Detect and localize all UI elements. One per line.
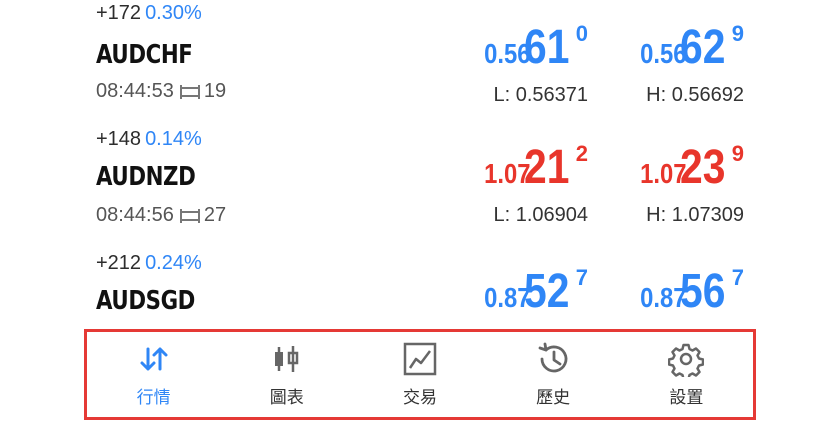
- spread-icon: [179, 208, 200, 223]
- daily-change: +148 0.14%: [96, 128, 202, 150]
- high-price: H: 1.07309: [646, 204, 744, 226]
- spread-value: 27: [203, 204, 227, 226]
- ask-price[interactable]: 0.8756 7: [632, 264, 744, 318]
- tab-history[interactable]: 歷史: [498, 341, 608, 408]
- symbol-name: AUDCHF: [96, 40, 193, 70]
- ask-price[interactable]: 1.0723 9: [632, 140, 744, 194]
- daily-change: +212 0.24%: [96, 252, 202, 274]
- tab-label: 行情: [136, 388, 171, 407]
- trade-chart-icon: [403, 342, 437, 376]
- bottom-tab-bar: 行情 圖表 交易 歷史 設置: [84, 329, 756, 420]
- tab-chart[interactable]: 圖表: [232, 341, 342, 408]
- quote-time: 08:44:56: [96, 204, 174, 226]
- candlestick-chart-icon: [274, 346, 299, 372]
- ask-price[interactable]: 0.5662 9: [632, 20, 744, 74]
- tab-trade[interactable]: 交易: [365, 341, 475, 408]
- quote-meta: 08:44:53 19: [96, 80, 226, 103]
- spread-value: 19: [203, 80, 227, 102]
- tab-label: 圖表: [269, 388, 304, 407]
- low-price: L: 1.06904: [493, 204, 588, 226]
- tab-label: 交易: [402, 388, 437, 407]
- quote-row-audnzd[interactable]: +148 0.14% AUDNZD 08:44:56 27 1.0721 2 1.0…: [0, 128, 840, 252]
- bid-price[interactable]: 1.0721 2: [476, 140, 588, 194]
- symbol-name: AUDSGD: [96, 286, 195, 316]
- tab-quotes[interactable]: 行情: [99, 341, 209, 408]
- history-clock-icon: [538, 342, 568, 373]
- tab-label: 設置: [669, 388, 704, 407]
- spread-icon: [179, 84, 200, 99]
- tab-label: 歷史: [536, 388, 571, 407]
- quote-meta: 08:44:56 27: [96, 204, 226, 227]
- bid-price[interactable]: 0.8752 7: [476, 264, 588, 318]
- bid-price[interactable]: 0.5661 0: [476, 20, 588, 74]
- quotes-arrows-icon: [140, 347, 168, 371]
- symbol-name: AUDNZD: [96, 162, 196, 192]
- tab-settings[interactable]: 設置: [631, 341, 741, 408]
- quote-time: 08:44:53: [96, 80, 174, 102]
- high-price: H: 0.56692: [646, 84, 744, 106]
- quote-row-audchf[interactable]: +172 0.30% AUDCHF 08:44:53 19 0.5661 0 0.5…: [0, 2, 840, 138]
- gear-icon: [668, 343, 705, 377]
- low-price: L: 0.56371: [493, 84, 588, 106]
- daily-change: +172 0.30%: [96, 2, 202, 24]
